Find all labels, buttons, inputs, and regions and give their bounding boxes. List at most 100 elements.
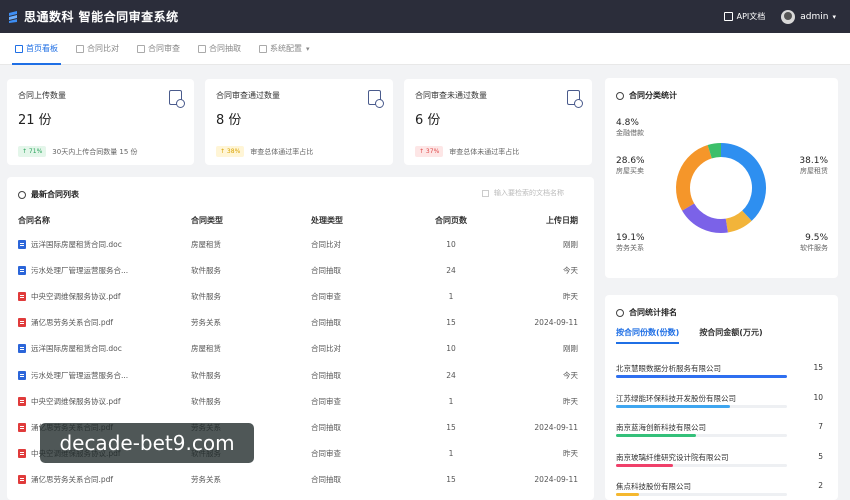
- contract-name-cell[interactable]: 污水处理厂管理运营服务合...: [7, 257, 191, 283]
- donut-slice[interactable]: [682, 203, 728, 233]
- page-count: 10: [446, 239, 456, 249]
- table-row[interactable]: 污水处理厂管理运营服务合... 软件服务 合同抽取 24 今天: [7, 362, 594, 388]
- tab-dashboard[interactable]: 首页看板: [6, 33, 67, 65]
- contract-name[interactable]: 污水处理厂管理运营服务合...: [31, 370, 128, 381]
- company-count: 5: [818, 451, 823, 461]
- app-title: 思通数科 智能合同审查系统: [24, 10, 179, 24]
- stat-card-passed: 合同审查通过数量 8 份 ↑ 38% 审查总体通过率占比: [205, 79, 393, 165]
- contract-name[interactable]: 污水处理厂管理运营服务合...: [31, 265, 128, 276]
- process-type: 合同审查: [311, 291, 341, 301]
- stat-title: 合同审查未通过数量: [415, 91, 487, 100]
- contract-name-cell[interactable]: 涌亿思劳务关系合同.pdf: [7, 467, 191, 493]
- company-count: 2: [818, 481, 823, 490]
- checkbox[interactable]: [482, 189, 489, 197]
- contract-type: 房屋租赁: [191, 239, 221, 249]
- contract-name[interactable]: 远洋国际房屋租赁合同.doc: [31, 343, 122, 354]
- tab-settings[interactable]: 系统配置 ▾: [250, 33, 319, 65]
- logo[interactable]: 思通数科 智能合同审查系统: [8, 8, 179, 25]
- ranking-item[interactable]: 焦点科技股份有限公司 2: [616, 481, 823, 496]
- progress-track: [616, 463, 787, 467]
- pdf-file-icon: [18, 422, 26, 432]
- search-input[interactable]: 输入要检索的文档名称: [482, 188, 564, 198]
- ranking-item[interactable]: 江苏绿能环保科技开发股份有限公司 10: [616, 393, 823, 408]
- pdf-file-icon: [18, 475, 26, 485]
- legend-item: 38.1% 房屋租赁: [799, 156, 828, 176]
- upload-date: 昨天: [563, 449, 578, 459]
- user-name[interactable]: admin: [800, 12, 828, 22]
- tab-label: 首页看板: [26, 44, 58, 53]
- donut-slice[interactable]: [720, 143, 766, 221]
- column-header[interactable]: 合同类型: [191, 209, 311, 231]
- process-type: 合同审查: [311, 449, 341, 459]
- contract-name[interactable]: 涌亿思劳务关系合同.pdf: [31, 317, 113, 328]
- stat-note: 审查总体未通过率占比: [449, 147, 520, 156]
- ranking-item[interactable]: 南京玻璃纤维研究设计院有限公司 5: [616, 451, 823, 467]
- legend-label: 软件服务: [800, 244, 828, 252]
- chevron-down-icon[interactable]: ▾: [832, 13, 836, 21]
- legend-pct: 4.8%: [616, 118, 639, 128]
- contract-name[interactable]: 远洋国际房屋租赁合同.doc: [31, 239, 122, 250]
- approved-doc-icon: [368, 90, 384, 108]
- upload-date: 今天: [563, 265, 578, 275]
- donut-slice[interactable]: [676, 145, 713, 211]
- column-header[interactable]: 上传日期: [481, 209, 594, 231]
- tab-by-count[interactable]: 按合同份数(份数): [616, 327, 680, 344]
- legend-item: 19.1% 劳务关系: [616, 233, 645, 253]
- table-row[interactable]: 中央空调维保服务协议.pdf 软件服务 合同审查 1 昨天: [7, 388, 594, 414]
- contract-name-cell[interactable]: 中央空调维保服务协议.pdf: [7, 388, 191, 414]
- compare-icon: [76, 44, 84, 53]
- table-row[interactable]: 中央空调维保服务协议.pdf 软件服务 合同审查 1 昨天: [7, 283, 594, 309]
- process-type: 合同抽取: [311, 422, 341, 432]
- contract-name[interactable]: 中央空调维保服务协议.pdf: [31, 396, 121, 407]
- column-header[interactable]: 合同名称: [7, 209, 191, 231]
- table-row[interactable]: 远洋国际房屋租赁合同.doc 房屋租赁 合同比对 10 刚刚: [7, 336, 594, 362]
- stat-value: 8 份: [216, 113, 242, 128]
- table-row[interactable]: 涌亿思劳务关系合同.pdf 劳务关系 合同抽取 15 2024-09-11: [7, 467, 594, 493]
- tab-compare[interactable]: 合同比对: [67, 33, 128, 65]
- stat-note: 30天内上传合同数量 15 份: [52, 147, 138, 156]
- table-row[interactable]: 污水处理厂管理运营服务合... 软件服务 合同抽取 24 今天: [7, 257, 594, 283]
- nav-tabs: 首页看板 合同比对 合同审查 合同抽取 系统配置 ▾: [0, 33, 850, 65]
- progress-track: [616, 404, 787, 408]
- progress-bar: [616, 493, 639, 496]
- contract-type: 软件服务: [191, 370, 221, 380]
- contract-name-cell[interactable]: 中央空调维保服务协议.pdf: [7, 283, 191, 309]
- page-count: 15: [446, 422, 456, 432]
- document-icon: [723, 12, 733, 21]
- ranking-item[interactable]: 北京慧眼数据分析服务有限公司 15: [616, 363, 823, 378]
- stat-title: 合同审查通过数量: [216, 91, 280, 100]
- contract-name-cell[interactable]: 污水处理厂管理运营服务合...: [7, 362, 191, 388]
- progress-track: [616, 375, 787, 378]
- stat-value: 6 份: [415, 113, 441, 128]
- table-row[interactable]: 涌亿思劳务关系合同.pdf 劳务关系 合同抽取 15 2024-09-11: [7, 310, 594, 336]
- tab-label: 合同审查: [148, 44, 180, 53]
- section-title: 最新合同列表: [31, 190, 79, 199]
- api-doc-link[interactable]: API文档: [723, 11, 765, 22]
- word-file-icon: [18, 344, 26, 354]
- process-type: 合同抽取: [311, 475, 341, 485]
- donut-slice[interactable]: [707, 143, 722, 159]
- legend-item: 4.8% 金融借款: [616, 118, 644, 138]
- process-type: 合同审查: [311, 396, 341, 406]
- ranking-item[interactable]: 南京蓝海创新科技有限公司 7: [616, 422, 823, 437]
- tab-label: 系统配置: [270, 44, 302, 53]
- table-row[interactable]: 远洋国际房屋租赁合同.doc 房屋租赁 合同比对 10 刚刚: [7, 231, 594, 257]
- donut-slice[interactable]: [725, 210, 752, 233]
- tab-review[interactable]: 合同审查: [128, 33, 189, 65]
- contract-name-cell[interactable]: 远洋国际房屋租赁合同.doc: [7, 336, 191, 362]
- stat-note: 审查总体通过率占比: [250, 147, 314, 156]
- tab-extract[interactable]: 合同抽取: [189, 33, 250, 65]
- contract-name-cell[interactable]: 远洋国际房屋租赁合同.doc: [7, 231, 191, 257]
- pdf-file-icon: [18, 291, 26, 301]
- avatar[interactable]: [781, 9, 796, 24]
- legend-pct: 28.6%: [616, 156, 645, 166]
- watermark: decade-bet9.com: [40, 423, 254, 463]
- upload-date: 2024-09-11: [534, 318, 578, 328]
- contract-name-cell[interactable]: 涌亿思劳务关系合同.pdf: [7, 310, 191, 336]
- contract-name[interactable]: 涌亿思劳务关系合同.pdf: [31, 474, 113, 485]
- column-header[interactable]: 处理类型: [311, 209, 421, 231]
- pdf-file-icon: [18, 449, 26, 459]
- tab-by-amount[interactable]: 按合同金额(万元): [699, 327, 762, 344]
- contract-name[interactable]: 中央空调维保服务协议.pdf: [31, 291, 121, 302]
- column-header[interactable]: 合同页数: [421, 209, 481, 231]
